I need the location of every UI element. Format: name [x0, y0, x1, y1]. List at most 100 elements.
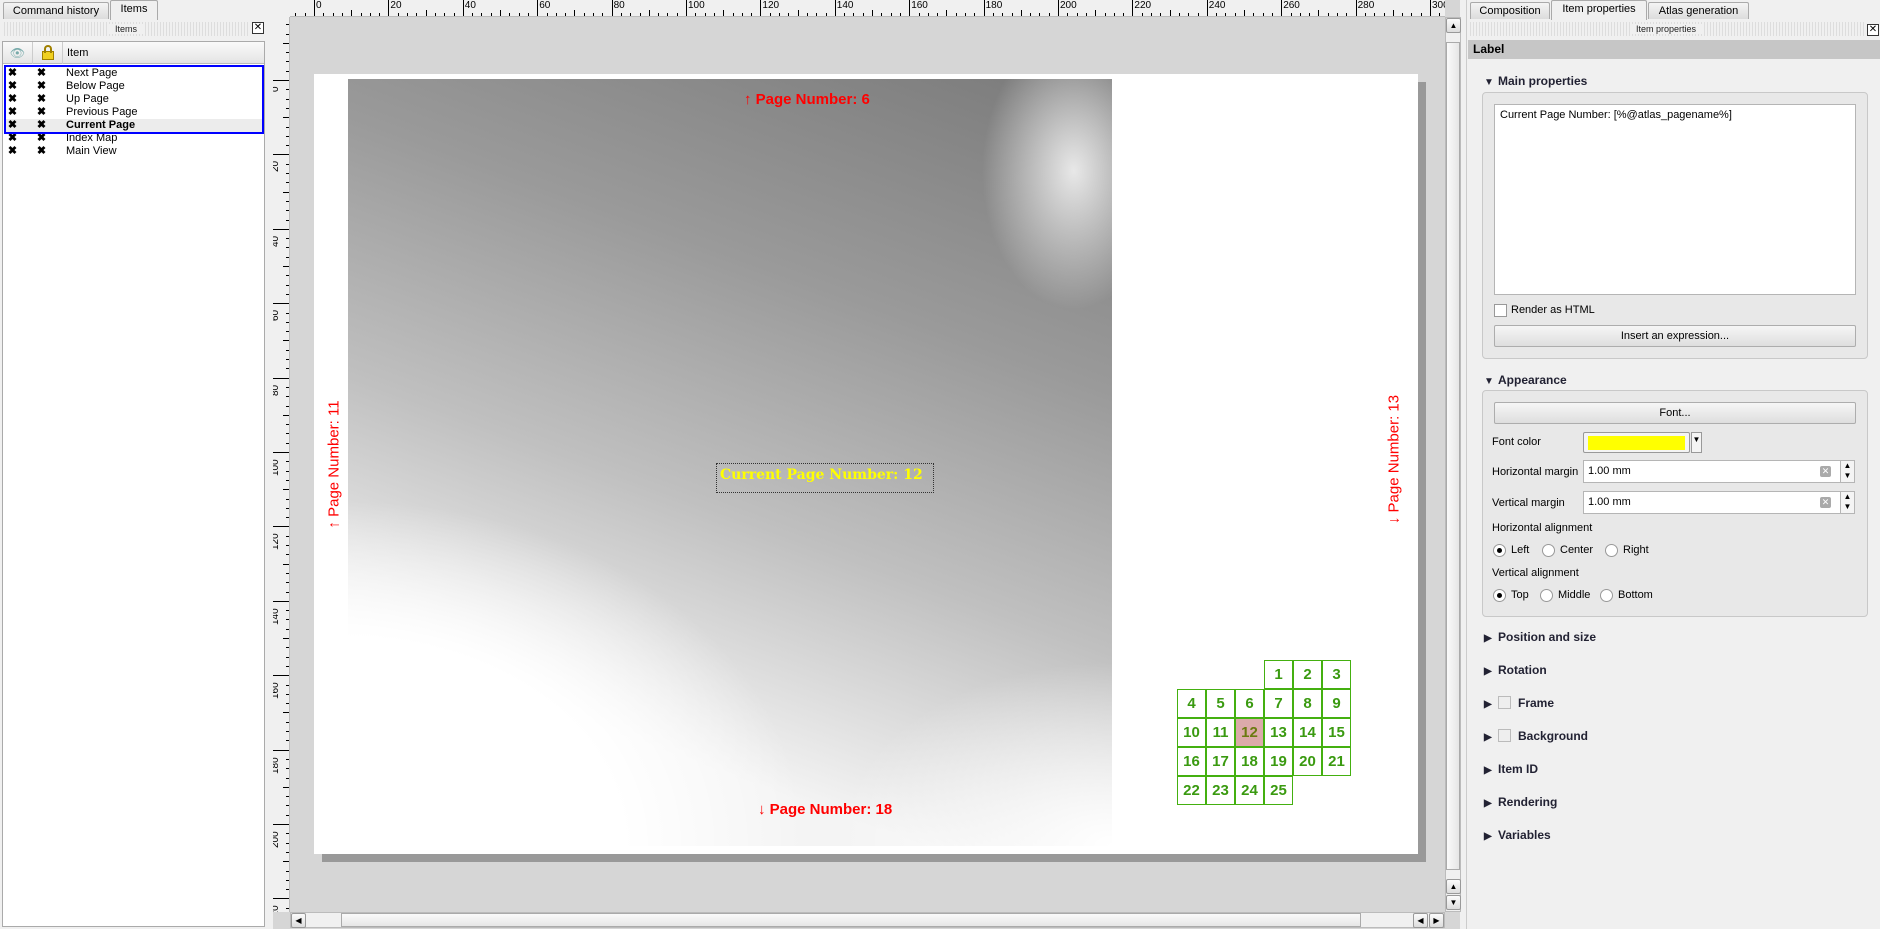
vertical-margin-spinner[interactable]: ▲ ▼ — [1840, 491, 1855, 514]
index-map-cell[interactable]: 4 — [1177, 689, 1206, 718]
current-page-label[interactable]: Current Page Number: 12 — [716, 463, 934, 493]
index-map-cell[interactable]: 24 — [1235, 776, 1264, 805]
section-rotation[interactable]: ▶ Rotation — [1484, 663, 1547, 677]
ruler-tick — [286, 163, 289, 165]
close-items-dock-button[interactable]: ✕ — [252, 22, 264, 34]
background-checkbox[interactable] — [1498, 729, 1511, 742]
index-map-cell[interactable]: 17 — [1206, 747, 1235, 776]
section-main-properties[interactable]: ▼ Main properties — [1484, 74, 1587, 88]
section-variables[interactable]: ▶ Variables — [1484, 828, 1551, 842]
index-map-cell[interactable]: 19 — [1264, 747, 1293, 776]
vertical-margin-label: Vertical margin — [1492, 497, 1565, 509]
expand-triangle-icon: ▶ — [1484, 765, 1492, 776]
ruler-tick — [751, 13, 753, 16]
v-align-middle-radio[interactable] — [1540, 589, 1553, 602]
item-row[interactable]: ✖ ✖ Main View — [4, 145, 263, 158]
section-position-and-size[interactable]: ▶ Position and size — [1484, 630, 1596, 644]
h-align-center-radio[interactable] — [1542, 544, 1555, 557]
index-map-cell[interactable]: 21 — [1322, 747, 1351, 776]
font-color-dropdown[interactable]: ▼ — [1691, 432, 1702, 453]
index-map-cell[interactable]: 6 — [1235, 689, 1264, 718]
items-dock-header[interactable]: Items — [2, 22, 250, 36]
index-map-cell[interactable]: 16 — [1177, 747, 1206, 776]
tab-item-properties[interactable]: Item properties — [1551, 0, 1647, 20]
index-map-cell[interactable]: 9 — [1322, 689, 1351, 718]
section-background[interactable]: ▶ Background — [1484, 729, 1588, 743]
ruler-tick — [769, 13, 771, 16]
expand-triangle-icon: ▶ — [1484, 732, 1492, 743]
v-align-bottom-radio[interactable] — [1600, 589, 1613, 602]
index-map-cell[interactable]: 25 — [1264, 776, 1293, 805]
scroll-down-button[interactable]: ▼ — [1446, 895, 1461, 910]
render-as-html-label: Render as HTML — [1511, 304, 1595, 316]
section-rendering[interactable]: ▶ Rendering — [1484, 795, 1557, 809]
tab-command-history[interactable]: Command history — [3, 2, 109, 19]
index-map-cell[interactable]: 23 — [1206, 776, 1235, 805]
ruler-tick — [286, 312, 289, 314]
vertical-margin-input[interactable]: 1.00 mm — [1583, 491, 1841, 514]
up-page-label[interactable]: ↑ Page Number: 6 — [744, 91, 870, 108]
section-item-id[interactable]: ▶ Item ID — [1484, 762, 1538, 776]
ruler-tick — [286, 507, 289, 509]
tab-composition[interactable]: Composition — [1470, 2, 1550, 19]
scroll-up-top-button[interactable]: ▲ — [1446, 18, 1461, 33]
horizontal-scrollbar[interactable]: ◀ ◀ ▶ — [290, 912, 1445, 928]
next-page-label[interactable]: ↓ Page Number: 13 — [1386, 390, 1403, 530]
close-item-properties-dock-button[interactable]: ✕ — [1867, 24, 1879, 36]
tab-items[interactable]: Items — [110, 0, 158, 20]
clear-icon[interactable]: ✕ — [1820, 497, 1831, 508]
index-map-cell[interactable]: 8 — [1293, 689, 1322, 718]
index-map-cell[interactable]: 5 — [1206, 689, 1235, 718]
clear-icon[interactable]: ✕ — [1820, 466, 1831, 477]
previous-page-label[interactable]: ↑ Page Number: 11 — [326, 395, 343, 535]
scroll-left-button[interactable]: ◀ — [1413, 913, 1428, 928]
index-map-cell[interactable]: 11 — [1206, 718, 1235, 747]
lock-checkbox[interactable]: ✖ — [36, 146, 47, 157]
horizontal-scroll-thumb[interactable] — [341, 913, 1361, 927]
h-align-right-radio[interactable] — [1605, 544, 1618, 557]
index-map-cell[interactable]: 12 — [1235, 718, 1264, 747]
frame-checkbox[interactable] — [1498, 696, 1511, 709]
index-map-cell[interactable]: 7 — [1264, 689, 1293, 718]
index-map-cell[interactable]: 20 — [1293, 747, 1322, 776]
tab-atlas-generation[interactable]: Atlas generation — [1648, 2, 1749, 19]
horizontal-margin-input[interactable]: 1.00 mm — [1583, 460, 1841, 483]
index-map-cell[interactable]: 13 — [1264, 718, 1293, 747]
insert-expression-button[interactable]: Insert an expression... — [1494, 325, 1856, 347]
section-appearance[interactable]: ▼ Appearance — [1484, 373, 1567, 387]
vertical-scrollbar[interactable]: ▲ ▲ ▼ — [1445, 17, 1461, 912]
horizontal-margin-spinner[interactable]: ▲ ▼ — [1840, 460, 1855, 483]
h-align-left-radio[interactable] — [1493, 544, 1506, 557]
section-title: Appearance — [1498, 373, 1567, 387]
label-text-area[interactable]: Current Page Number: [%@atlas_pagename%] — [1494, 104, 1856, 295]
scroll-up-button[interactable]: ▲ — [1446, 879, 1461, 894]
v-align-top-radio[interactable] — [1493, 589, 1506, 602]
ruler-tick — [1234, 13, 1236, 16]
index-map-cell[interactable]: 10 — [1177, 718, 1206, 747]
font-color-button[interactable] — [1583, 432, 1690, 453]
index-map-cell[interactable]: 1 — [1264, 660, 1293, 689]
scroll-right-button[interactable]: ▶ — [1429, 913, 1444, 928]
render-as-html-checkbox[interactable] — [1494, 304, 1507, 317]
visibility-checkbox[interactable]: ✖ — [7, 146, 18, 157]
index-map-cell[interactable]: 3 — [1322, 660, 1351, 689]
index-map-cell[interactable]: 22 — [1177, 776, 1206, 805]
index-map-cell[interactable]: 15 — [1322, 718, 1351, 747]
section-frame[interactable]: ▶ Frame — [1484, 696, 1554, 710]
below-page-label[interactable]: ↓ Page Number: 18 — [758, 801, 892, 818]
visibility-checkbox[interactable]: ✖ — [7, 133, 18, 144]
scroll-left-top-button[interactable]: ◀ — [291, 913, 306, 928]
item-properties-dock-header[interactable]: Item properties — [1468, 22, 1864, 36]
index-map-cell[interactable]: 18 — [1235, 747, 1264, 776]
font-button[interactable]: Font... — [1494, 402, 1856, 424]
lock-icon[interactable] — [33, 42, 63, 64]
vertical-scroll-thumb[interactable] — [1446, 42, 1460, 870]
ruler-tick — [286, 173, 289, 174]
eye-icon[interactable]: 👁 — [3, 42, 33, 64]
ruler-tick — [286, 740, 289, 742]
ruler-tick — [1141, 13, 1143, 16]
item-column-header[interactable]: Item — [67, 42, 88, 64]
index-map-cell[interactable]: 14 — [1293, 718, 1322, 747]
index-map-cell[interactable]: 2 — [1293, 660, 1322, 689]
lock-checkbox[interactable]: ✖ — [36, 133, 47, 144]
